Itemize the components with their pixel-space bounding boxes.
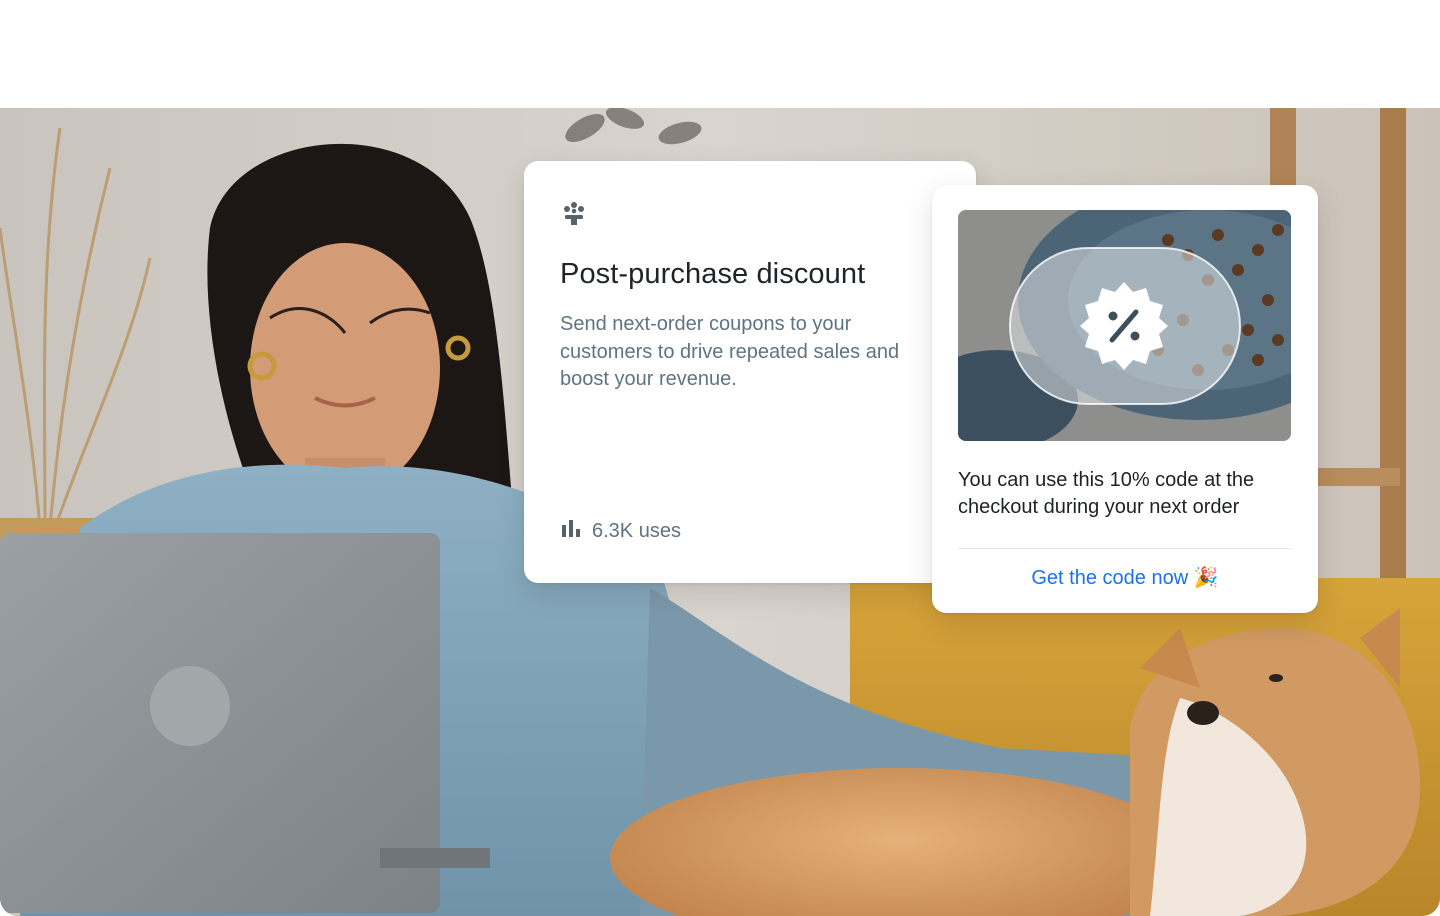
- card-title: Post-purchase discount: [560, 258, 866, 290]
- coupon-preview-card: You can use this 10% code at the checkou…: [932, 185, 1318, 613]
- usage-stat: 6.3K uses: [560, 519, 681, 544]
- percent-badge-icon: [1078, 280, 1170, 372]
- get-code-link[interactable]: Get the code now 🎉: [932, 565, 1318, 590]
- card-description: Send next-order coupons to your customer…: [560, 313, 900, 390]
- coupon-message: You can use this 10% code at the checkou…: [958, 469, 1255, 518]
- gift-flower-icon: [560, 199, 588, 227]
- dog-food-bowl-image: [958, 210, 1291, 441]
- bar-chart-icon: [560, 519, 582, 544]
- usage-text: 6.3K uses: [592, 520, 681, 542]
- party-popper-icon: 🎉: [1193, 567, 1219, 589]
- divider: [958, 548, 1291, 549]
- post-purchase-discount-card[interactable]: Post-purchase discount Send next-order c…: [524, 161, 976, 583]
- get-code-label: Get the code now: [1031, 567, 1189, 589]
